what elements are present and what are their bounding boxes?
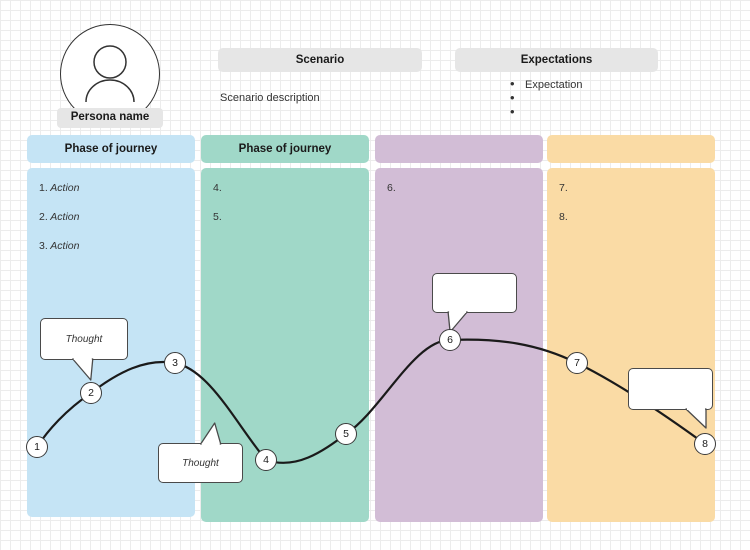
journey-action-item[interactable]: 8. xyxy=(559,211,568,223)
thought-bubble-tail-icon xyxy=(447,311,468,333)
journey-action-item[interactable]: 4. xyxy=(213,182,222,194)
thought-bubble-tail-icon xyxy=(72,358,94,381)
journey-node-2[interactable]: 2 xyxy=(80,382,102,404)
journey-node-6[interactable]: 6 xyxy=(439,329,461,351)
journey-node-8[interactable]: 8 xyxy=(694,433,716,455)
journey-node-3[interactable]: 3 xyxy=(164,352,186,374)
journey-node-7[interactable]: 7 xyxy=(566,352,588,374)
item-label: Action xyxy=(47,240,80,252)
scenario-title: Scenario xyxy=(218,48,422,72)
item-number: 7. xyxy=(559,182,568,194)
item-number: 1. xyxy=(39,182,48,194)
journey-action-item[interactable]: 2. Action xyxy=(39,211,79,223)
item-number: 6. xyxy=(387,182,396,194)
column-body-4[interactable]: 7. 8. xyxy=(547,168,715,522)
journey-node-5[interactable]: 5 xyxy=(335,423,357,445)
thought-bubble[interactable] xyxy=(432,273,517,333)
journey-action-item[interactable]: 7. xyxy=(559,182,568,194)
list-item[interactable] xyxy=(508,105,582,120)
column-header-1[interactable]: Phase of journey xyxy=(27,135,195,163)
thought-bubble[interactable]: Thought xyxy=(158,422,243,483)
column-header-2[interactable]: Phase of journey xyxy=(201,135,369,163)
thought-bubble-tail-icon xyxy=(685,408,707,429)
item-number: 4. xyxy=(213,182,222,194)
expectations-title: Expectations xyxy=(455,48,658,72)
journey-map-canvas: Persona name Scenario Scenario descripti… xyxy=(0,0,750,550)
persona-name-label: Persona name xyxy=(57,108,163,128)
journey-node-1[interactable]: 1 xyxy=(26,436,48,458)
item-number: 2. xyxy=(39,211,48,223)
item-number: 5. xyxy=(213,211,222,223)
list-item[interactable]: Expectation xyxy=(508,77,582,92)
list-item[interactable] xyxy=(508,91,582,106)
journey-node-4[interactable]: 4 xyxy=(255,449,277,471)
column-header-4[interactable] xyxy=(547,135,715,163)
item-number: 3. xyxy=(39,240,48,252)
journey-action-item[interactable]: 3. Action xyxy=(39,240,79,252)
scenario-description[interactable]: Scenario description xyxy=(220,92,320,104)
item-number: 8. xyxy=(559,211,568,223)
expectations-list: Expectation xyxy=(508,77,582,120)
thought-bubble[interactable]: Thought xyxy=(40,318,128,381)
thought-bubble[interactable] xyxy=(628,368,713,429)
journey-action-item[interactable]: 5. xyxy=(213,211,222,223)
journey-action-item[interactable]: 6. xyxy=(387,182,396,194)
item-label: Action xyxy=(47,182,80,194)
thought-bubble-tail-icon xyxy=(200,422,222,445)
item-label: Action xyxy=(47,211,80,223)
journey-action-item[interactable]: 1. Action xyxy=(39,182,79,194)
column-header-3[interactable] xyxy=(375,135,543,163)
persona-block[interactable]: Persona name xyxy=(57,24,164,128)
